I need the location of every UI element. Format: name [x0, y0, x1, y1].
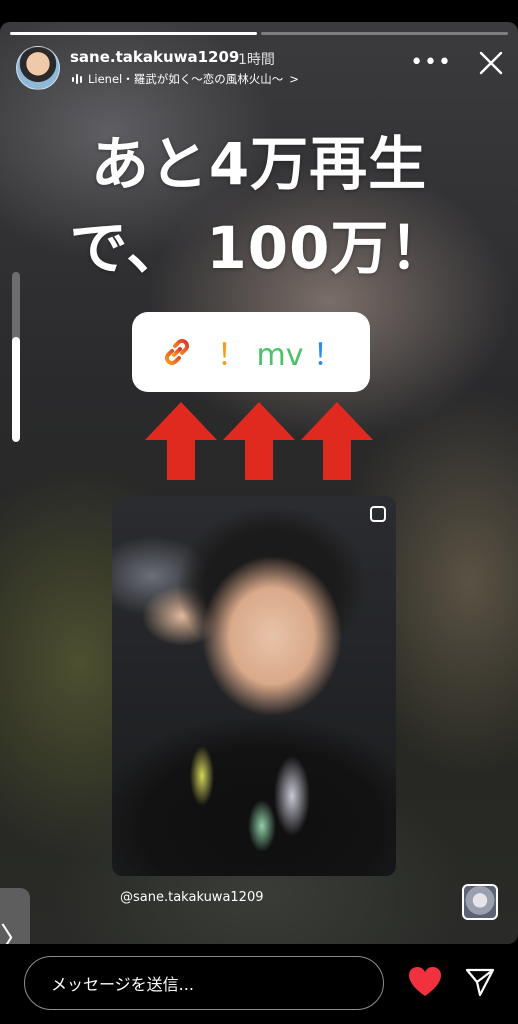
- time-ago: 1時間: [238, 52, 275, 68]
- avatar[interactable]: [16, 46, 60, 90]
- close-icon[interactable]: [478, 50, 504, 76]
- link-sticker[interactable]: ！ mv ！: [132, 312, 370, 392]
- music-attribution[interactable]: Lienel・羅武が如く〜恋の風林火山〜 >: [72, 71, 299, 87]
- mention-tag[interactable]: @sane.takakuwa1209: [120, 890, 264, 905]
- link-exclaim-2: ！: [313, 338, 344, 373]
- progress-segment: [261, 32, 508, 35]
- link-icon: [164, 339, 189, 365]
- arrow-stickers: [145, 402, 373, 480]
- message-input[interactable]: メッセージを送信...: [24, 956, 384, 1010]
- jacket-decoration: [172, 726, 342, 856]
- more-icon[interactable]: •••: [410, 52, 452, 74]
- progress-segment: [10, 32, 257, 35]
- volume-slider[interactable]: [12, 272, 20, 442]
- story-viewer[interactable]: sane.takakuwa1209 1時間 Lienel・羅武が如く〜恋の風林火…: [0, 22, 518, 944]
- up-arrow-icon: [223, 402, 295, 480]
- link-sticker-label: ！ mv ！: [217, 330, 343, 374]
- story-headline: あと4万再生 で、 100万！: [0, 122, 518, 290]
- music-title: Lienel・羅武が如く〜恋の風林火山〜: [88, 72, 284, 86]
- username[interactable]: sane.takakuwa1209: [70, 48, 239, 66]
- up-arrow-icon: [301, 402, 373, 480]
- link-mv: mv: [256, 338, 304, 373]
- shared-post-photo[interactable]: [112, 496, 396, 876]
- headline-line-1: あと4万再生: [90, 130, 428, 198]
- send-icon[interactable]: [464, 966, 496, 998]
- headline-line-2: で、 100万！: [69, 214, 449, 282]
- chevron-right-icon: >: [289, 72, 299, 86]
- heart-icon[interactable]: [408, 966, 442, 998]
- story-header: sane.takakuwa1209 1時間 Lienel・羅武が如く〜恋の風林火…: [16, 46, 504, 90]
- volume-slider-fill: [12, 336, 20, 442]
- music-bars-icon: [72, 74, 82, 84]
- message-placeholder: メッセージを送信...: [51, 975, 194, 994]
- post-thumbnail[interactable]: [462, 884, 498, 920]
- copy-icon: [370, 506, 386, 522]
- up-arrow-icon: [145, 402, 217, 480]
- story-progress: [10, 32, 508, 35]
- link-exclaim-1: ！: [216, 338, 247, 373]
